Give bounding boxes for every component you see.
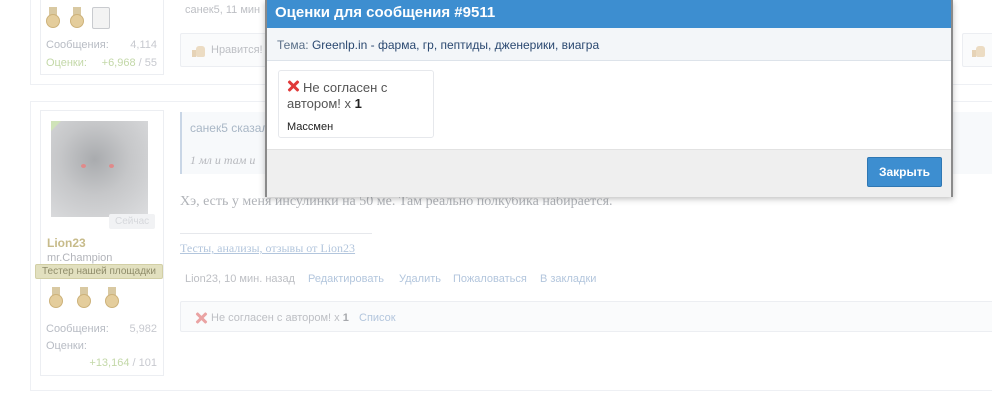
- medal-icon: [103, 287, 121, 309]
- messages-value: 5,982: [129, 323, 157, 335]
- user-card-top: Сообщения: 4,114 Оценки: +6,968 / 55: [40, 0, 164, 75]
- rating-summary-times: x: [334, 312, 340, 324]
- like-button[interactable]: Нравится!: [180, 33, 268, 67]
- post-author-time: санек5, 11 мин: [185, 4, 261, 16]
- star-medal-icon: [68, 7, 86, 29]
- close-button[interactable]: Закрыть: [867, 157, 942, 187]
- delete-link[interactable]: Удалить: [399, 273, 441, 285]
- disagree-icon: [195, 312, 207, 324]
- quote-text: 1 мл и там и: [190, 153, 256, 167]
- ratings-list-link[interactable]: Список: [359, 312, 396, 324]
- user-title: mr.Champion: [47, 252, 113, 264]
- medals-row: [47, 287, 121, 309]
- thumbs-up-icon: [972, 45, 986, 57]
- report-link[interactable]: Пожаловаться: [453, 273, 527, 285]
- signature-link[interactable]: Тесты, анализы, отзывы от Lion23: [180, 241, 355, 256]
- bookmark-link[interactable]: В закладки: [540, 273, 596, 285]
- dialog-topic-bar: Тема: Greenlp.in - фарма, гр, пептиды, д…: [267, 28, 951, 61]
- ratings-rest: / 101: [129, 357, 157, 369]
- dialog-title: Оценки для сообщения #9511: [275, 4, 496, 21]
- signature-divider: [180, 233, 372, 234]
- ratings-label: Оценки:: [46, 340, 87, 352]
- topic-label: Тема:: [277, 38, 309, 52]
- topic-value: Greenlp.in - фарма, гр, пептиды, дженери…: [311, 38, 600, 52]
- rating-count: 1: [354, 96, 362, 111]
- rating-summary-text: Не согласен с автором! x 1: [211, 312, 349, 324]
- ratings-label: Оценки:: [46, 57, 87, 69]
- medals-row: [44, 7, 110, 29]
- messages-value: 4,114: [130, 39, 157, 51]
- messages-label: Сообщения:: [46, 39, 109, 51]
- username-link[interactable]: Lion23: [47, 236, 86, 250]
- dialog-footer: Закрыть: [267, 149, 951, 197]
- rating-label: Не согласен с автором!: [287, 80, 388, 111]
- ratings-summary-bar: Не согласен с автором! x 1 Список: [180, 301, 992, 332]
- dialog-header: Оценки для сообщения #9511: [267, 0, 951, 28]
- badge-icon: [92, 7, 110, 29]
- quote-author[interactable]: санек5 сказал: [190, 121, 268, 135]
- rating-card-title: Не согласен с автором! x 1: [287, 80, 427, 112]
- ratings-positive: +13,164: [89, 357, 130, 369]
- like-button-right[interactable]: [962, 33, 992, 67]
- bear-medal-icon: [75, 287, 93, 309]
- medal-icon: [44, 7, 62, 29]
- user-card-lion23: Сейчас Lion23 mr.Champion Тестер нашей п…: [35, 110, 164, 376]
- ratings-value: +13,164 / 101: [89, 357, 157, 369]
- ratings-positive: +6,968: [101, 57, 136, 69]
- rating-summary-label: Не согласен с автором!: [211, 312, 332, 324]
- online-corner-tag: [51, 121, 61, 131]
- rating-summary-count: 1: [342, 312, 349, 324]
- online-badge: Сейчас: [109, 214, 156, 229]
- post-author-time: Lion23, 10 мин. назад: [185, 273, 295, 285]
- rating-times: x: [344, 96, 352, 111]
- edit-link[interactable]: Редактировать: [308, 273, 384, 285]
- messages-label: Сообщения:: [46, 323, 109, 335]
- ratings-rest: / 55: [135, 57, 157, 69]
- like-label: Нравится!: [211, 44, 263, 56]
- user-rank-bar: Тестер нашей площадки: [35, 264, 164, 279]
- ratings-value: +6,968 / 55: [102, 57, 157, 69]
- ratings-dialog: Оценки для сообщения #9511 Тема: Greenlp…: [265, 0, 953, 197]
- rating-card: Не согласен с автором! x 1 Массмен: [278, 70, 434, 138]
- medal-icon: [47, 287, 65, 309]
- avatar[interactable]: [51, 121, 148, 217]
- thumbs-up-icon: [192, 45, 206, 57]
- rating-user-link[interactable]: Массмен: [287, 121, 333, 133]
